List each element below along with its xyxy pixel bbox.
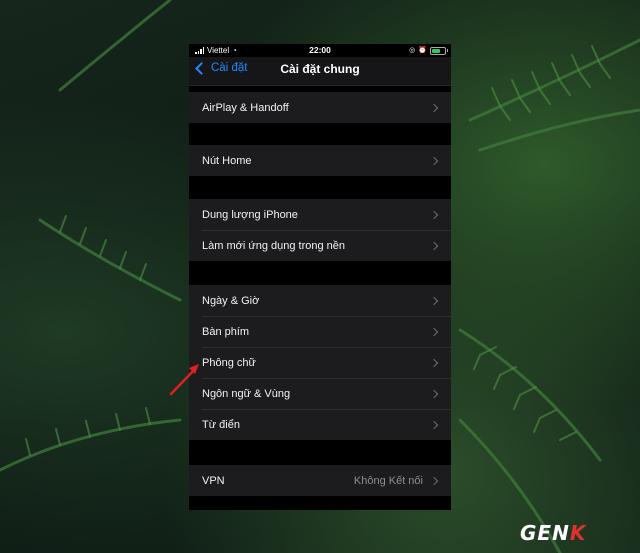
row-label: Phông chữ <box>202 356 256 369</box>
status-bar: Viettel ◔ 22:00 ◎ ⏰ <box>189 44 451 57</box>
settings-row-keyboard[interactable]: Bàn phím <box>189 316 451 347</box>
row-label: Ngôn ngữ & Vùng <box>202 387 291 400</box>
settings-group-airplay: AirPlay & Handoff <box>189 92 451 123</box>
phone-screen: Viettel ◔ 22:00 ◎ ⏰ Cài đặt Cài đặt chun… <box>189 44 451 510</box>
settings-row-dictionary[interactable]: Từ điển <box>189 409 451 440</box>
settings-row-home-button[interactable]: Nút Home <box>189 145 451 176</box>
settings-row-vpn[interactable]: VPN Không Kết nối <box>189 465 451 496</box>
row-label: Dung lượng iPhone <box>202 208 298 221</box>
row-label: Từ điển <box>202 418 240 431</box>
genk-watermark-logo: GENK <box>520 521 586 545</box>
row-label: Nút Home <box>202 154 252 167</box>
row-label: AirPlay & Handoff <box>202 101 289 114</box>
settings-row-iphone-storage[interactable]: Dung lượng iPhone <box>189 199 451 230</box>
chevron-right-icon <box>429 420 439 429</box>
alarm-icon: ⏰ <box>418 47 427 54</box>
page-title: Cài đặt chung <box>280 62 360 76</box>
logo-main: GEN <box>520 521 570 545</box>
chevron-right-icon <box>429 241 439 250</box>
navigation-bar: Cài đặt Cài đặt chung <box>189 57 451 86</box>
chevron-right-icon <box>429 389 439 398</box>
settings-row-language-region[interactable]: Ngôn ngữ & Vùng <box>189 378 451 409</box>
settings-row-date-time[interactable]: Ngày & Giờ <box>189 285 451 316</box>
settings-group-home: Nút Home <box>189 145 451 176</box>
chevron-right-icon <box>429 296 439 305</box>
chevron-right-icon <box>429 476 439 485</box>
settings-row-background-refresh[interactable]: Làm mới ứng dụng trong nền <box>189 230 451 261</box>
chevron-right-icon <box>429 103 439 112</box>
row-label: Làm mới ứng dụng trong nền <box>202 239 345 252</box>
settings-row-airplay-handoff[interactable]: AirPlay & Handoff <box>189 92 451 123</box>
settings-group-storage: Dung lượng iPhone Làm mới ứng dụng trong… <box>189 199 451 261</box>
chevron-right-icon <box>429 210 439 219</box>
chevron-right-icon <box>429 327 439 336</box>
row-label: Bàn phím <box>202 325 250 338</box>
battery-icon <box>430 46 448 55</box>
settings-row-fonts[interactable]: Phông chữ <box>189 347 451 378</box>
annotation-arrow-icon <box>169 364 199 396</box>
chevron-right-icon <box>429 156 439 165</box>
row-label: VPN <box>202 474 225 487</box>
chevron-right-icon <box>429 358 439 367</box>
vpn-status-value: Không Kết nối <box>353 474 423 487</box>
row-label: Ngày & Giờ <box>202 294 260 307</box>
orientation-lock-icon: ◎ <box>409 47 416 54</box>
settings-group-vpn: VPN Không Kết nối <box>189 465 451 496</box>
logo-accent: K <box>569 521 587 545</box>
settings-group-locale: Ngày & Giờ Bàn phím Phông chữ Ngôn ngữ &… <box>189 285 451 440</box>
